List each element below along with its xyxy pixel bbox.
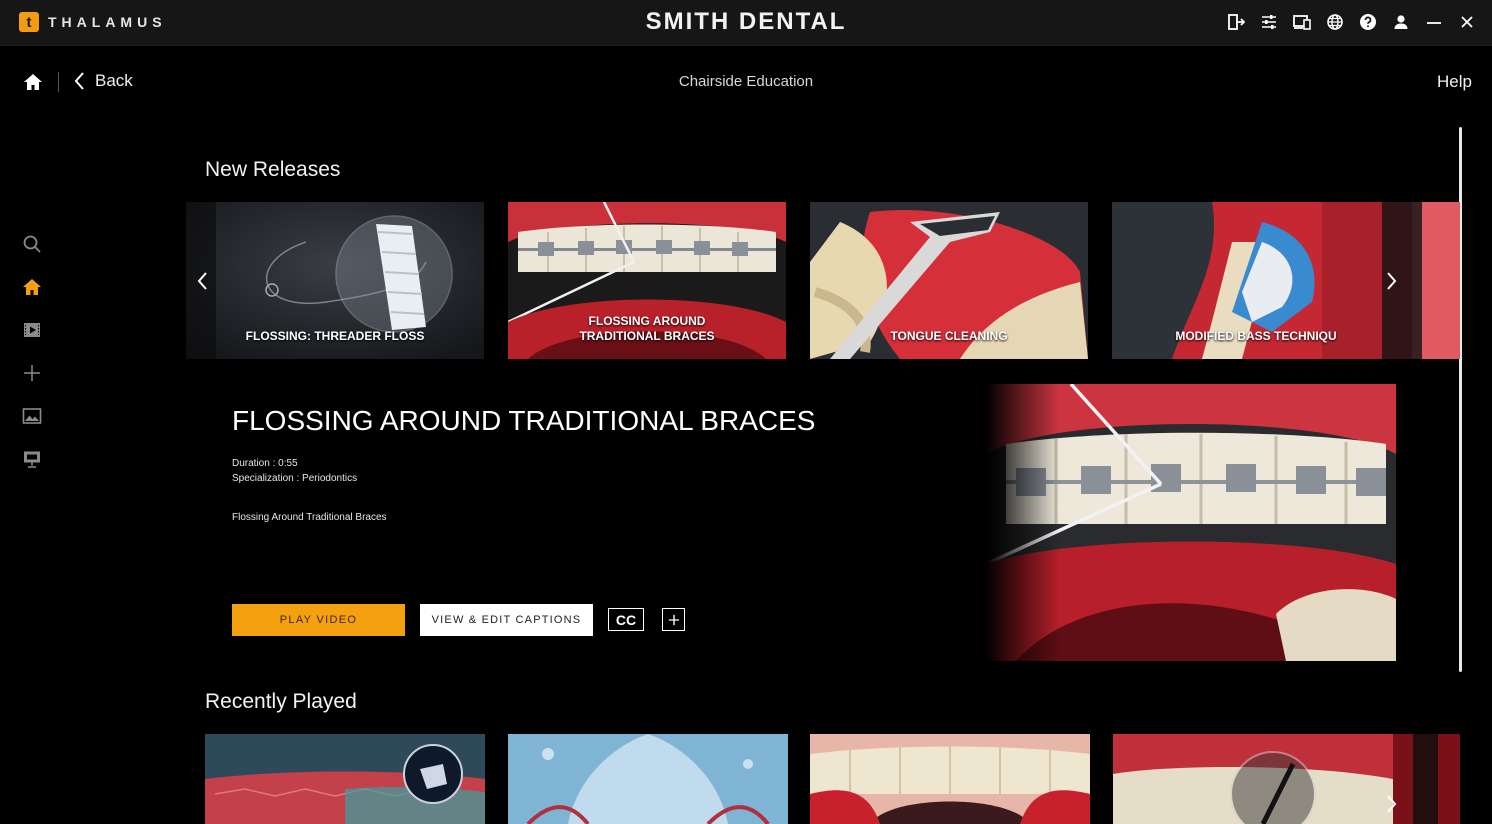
new-releases-heading: New Releases [205, 158, 341, 181]
video-description: Flossing Around Traditional Braces [232, 512, 387, 523]
video-detail-title: FLOSSING AROUND TRADITIONAL BRACES [232, 405, 816, 436]
globe-icon[interactable] [1324, 11, 1346, 33]
video-card[interactable] [205, 734, 485, 824]
chevron-right-icon [1387, 795, 1397, 813]
home-icon[interactable] [20, 275, 44, 299]
search-icon[interactable] [20, 232, 44, 256]
presentation-icon[interactable] [20, 447, 44, 471]
closed-captions-button[interactable]: CC [608, 608, 644, 631]
help-link[interactable]: Help [1437, 72, 1472, 92]
new-releases-carousel: FLOSSING: THREADER FLOSS FLOSSING AROUND… [186, 202, 1460, 359]
add-icon[interactable] [20, 361, 44, 385]
carousel-next-button[interactable] [1376, 734, 1408, 824]
gallery-icon[interactable] [20, 404, 44, 428]
video-card[interactable] [508, 734, 788, 824]
minimize-icon[interactable] [1423, 11, 1445, 33]
chevron-right-icon [1387, 271, 1397, 290]
recently-played-carousel [205, 734, 1460, 824]
video-specialization: Specialization : Periodontics [232, 473, 358, 484]
carousel-next-button[interactable] [1376, 202, 1408, 359]
plus-icon [668, 614, 679, 625]
chevron-left-icon [197, 271, 207, 290]
video-duration: Duration : 0:55 [232, 458, 298, 469]
carousel-prev-button[interactable] [186, 202, 218, 359]
cc-label: CC [615, 611, 637, 628]
nav-bar: Back Chairside Education Help [0, 45, 1492, 117]
video-card-title: MODIFIED BASS TECHNIQU [1175, 329, 1337, 343]
recently-played-heading: Recently Played [205, 690, 357, 713]
video-card-title: TONGUE CLEANING [890, 329, 1008, 343]
video-card-title: FLOSSING AROUND TRADITIONAL BRACES [579, 314, 715, 343]
window-controls [1214, 11, 1478, 33]
video-thumbnail [810, 734, 1090, 824]
video-card[interactable]: FLOSSING: THREADER FLOSS [186, 202, 484, 359]
video-library-icon[interactable] [20, 318, 44, 342]
user-icon[interactable] [1390, 11, 1412, 33]
devices-icon[interactable] [1291, 11, 1313, 33]
view-edit-captions-button[interactable]: VIEW & EDIT CAPTIONS [420, 604, 593, 636]
add-to-playlist-button[interactable] [662, 608, 685, 631]
play-video-button[interactable]: PLAY VIDEO [232, 604, 405, 636]
close-icon[interactable] [1456, 11, 1478, 33]
sidebar [20, 232, 44, 490]
video-preview-image [986, 384, 1396, 661]
video-card-title: FLOSSING: THREADER FLOSS [245, 329, 425, 343]
help-circle-icon[interactable] [1357, 11, 1379, 33]
video-card[interactable]: FLOSSING AROUND TRADITIONAL BRACES [508, 202, 786, 359]
video-card[interactable]: TONGUE CLEANING [810, 202, 1088, 359]
page-title: Chairside Education [678, 73, 814, 90]
title-bar: t THALAMUS SMITH DENTAL [0, 0, 1492, 46]
video-thumbnail [508, 734, 788, 824]
video-thumbnail [205, 734, 485, 824]
sliders-icon[interactable] [1258, 11, 1280, 33]
video-card[interactable] [810, 734, 1090, 824]
exit-icon[interactable] [1225, 11, 1247, 33]
braces-preview-image [986, 384, 1396, 661]
